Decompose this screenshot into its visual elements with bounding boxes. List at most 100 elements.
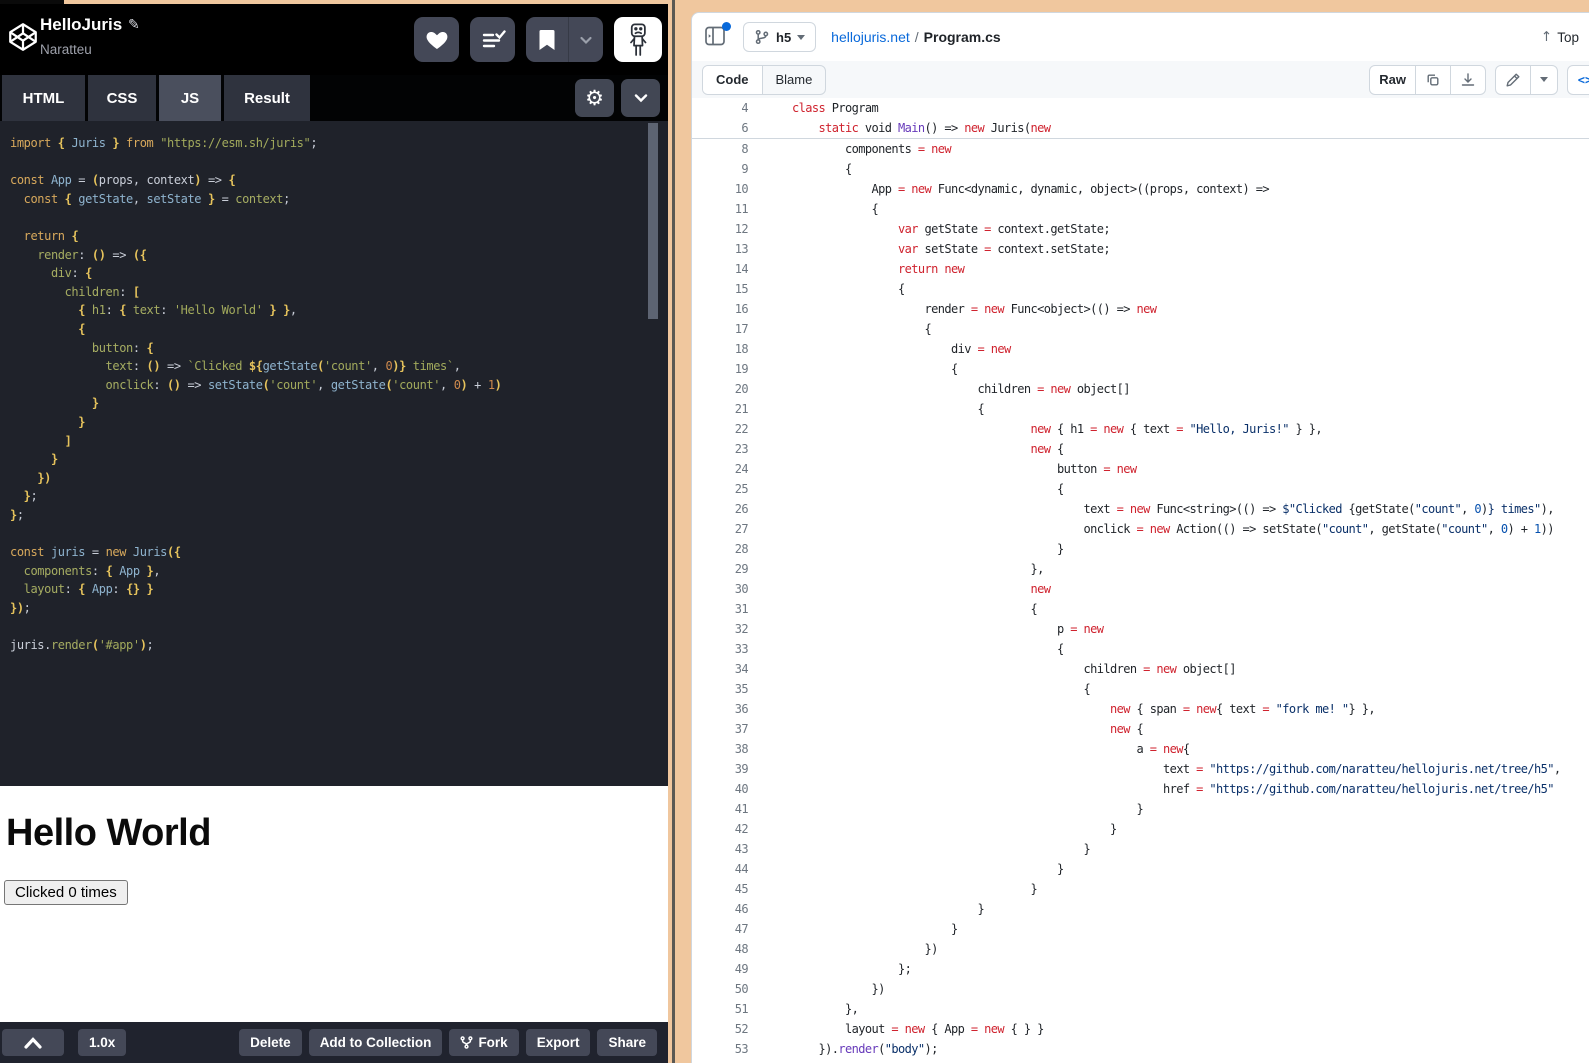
line-number[interactable]: 6	[692, 118, 748, 138]
code-line-row: 52 layout = new { App = new { } }	[692, 1019, 1589, 1039]
tab-html[interactable]: HTML	[2, 75, 85, 121]
edit-pencil-icon[interactable]: ✎	[128, 16, 140, 33]
line-number[interactable]: 44	[692, 859, 749, 879]
pen-title[interactable]: HelloJuris	[40, 15, 122, 35]
zoom-level-button[interactable]: 1.0x	[78, 1029, 127, 1056]
line-number[interactable]: 11	[692, 199, 749, 219]
line-number[interactable]: 17	[692, 319, 749, 339]
line-number[interactable]: 32	[692, 619, 749, 639]
add-to-collection-button[interactable]: Add to Collection	[308, 1029, 443, 1056]
line-number[interactable]: 40	[692, 779, 749, 799]
branch-selector-button[interactable]: h5	[743, 22, 817, 52]
share-button[interactable]: Share	[597, 1029, 657, 1056]
line-number[interactable]: 12	[692, 219, 749, 239]
codepen-logo-icon[interactable]	[6, 20, 40, 54]
pane-divider[interactable]	[668, 0, 691, 1063]
editor-code-line: render: () => ({	[37, 247, 147, 262]
line-number[interactable]: 53	[692, 1039, 749, 1059]
tab-result[interactable]: Result	[224, 75, 310, 121]
line-number[interactable]: 31	[692, 599, 749, 619]
code-line-content: static void Main() => new Juris(new	[818, 121, 1051, 135]
line-number[interactable]: 46	[692, 899, 749, 919]
line-number[interactable]: 42	[692, 819, 749, 839]
line-number[interactable]: 10	[692, 179, 749, 199]
edit-button-group	[1495, 64, 1558, 95]
line-number[interactable]: 34	[692, 659, 749, 679]
delete-button[interactable]: Delete	[239, 1029, 302, 1056]
line-number[interactable]: 50	[692, 979, 749, 999]
edit-file-button[interactable]	[1496, 66, 1530, 94]
line-number[interactable]: 48	[692, 939, 749, 959]
bookmark-button[interactable]	[526, 17, 568, 62]
line-number[interactable]: 15	[692, 279, 749, 299]
line-number[interactable]: 49	[692, 959, 749, 979]
line-number[interactable]: 41	[692, 799, 749, 819]
copy-button[interactable]	[1415, 65, 1450, 94]
code-line-row: 6 static void Main() => new Juris(new	[692, 118, 1589, 138]
codepen-footer: 1.0x Delete Add to Collection Fork Expor…	[0, 1022, 668, 1063]
tab-css[interactable]: CSS	[88, 75, 156, 121]
breadcrumb-repo-link[interactable]: hellojuris.net	[831, 29, 910, 45]
tab-js[interactable]: JS	[159, 75, 221, 121]
avatar[interactable]	[614, 17, 662, 62]
line-number[interactable]: 36	[692, 699, 749, 719]
line-number[interactable]: 4	[692, 98, 748, 118]
back-to-top-link[interactable]: ↑ Top	[1541, 29, 1579, 45]
line-number[interactable]: 22	[692, 419, 749, 439]
line-number[interactable]: 27	[692, 519, 749, 539]
editor-code-line: }	[91, 396, 99, 411]
line-number[interactable]: 51	[692, 999, 749, 1019]
bookmark-dropdown-button[interactable]	[568, 17, 603, 62]
code-line-content: }	[792, 802, 1144, 816]
export-button[interactable]: Export	[525, 1029, 591, 1056]
love-button[interactable]	[414, 17, 459, 62]
line-number[interactable]: 23	[692, 439, 749, 459]
tab-code[interactable]: Code	[703, 65, 763, 94]
line-number[interactable]: 47	[692, 919, 749, 939]
editor-settings-button[interactable]: ⚙	[575, 79, 614, 117]
download-button[interactable]	[1450, 65, 1485, 94]
line-number[interactable]: 19	[692, 359, 749, 379]
editor-code-line: children: [	[64, 284, 140, 299]
pen-author[interactable]: Naratteu	[40, 42, 92, 57]
line-number[interactable]: 29	[692, 559, 749, 579]
js-editor[interactable]: import { Juris } from "https://esm.sh/ju…	[0, 121, 668, 786]
line-number[interactable]: 35	[692, 679, 749, 699]
line-number[interactable]: 9	[692, 159, 748, 179]
line-number[interactable]: 28	[692, 539, 749, 559]
divider-handle[interactable]	[672, 0, 675, 1063]
line-number[interactable]: 37	[692, 719, 749, 739]
line-number[interactable]: 13	[692, 239, 749, 259]
tab-blame[interactable]: Blame	[763, 66, 826, 94]
line-number[interactable]: 24	[692, 459, 749, 479]
symbols-panel-button[interactable]: <>	[1567, 64, 1589, 95]
file-view-toolbar: Code Blame Raw <>	[692, 61, 1589, 99]
console-expand-button[interactable]	[2, 1029, 64, 1056]
fork-button[interactable]: Fork	[449, 1029, 519, 1056]
line-number[interactable]: 8	[692, 139, 748, 159]
editor-code-line: };	[10, 507, 24, 522]
collection-button[interactable]	[470, 17, 515, 62]
edit-dropdown-button[interactable]	[1530, 65, 1557, 94]
raw-button[interactable]: Raw	[1370, 66, 1415, 94]
line-number[interactable]: 18	[692, 339, 749, 359]
line-number[interactable]: 16	[692, 299, 749, 319]
file-tree-toggle-button[interactable]	[704, 22, 731, 49]
line-number[interactable]: 33	[692, 639, 749, 659]
clicked-counter-button[interactable]: Clicked 0 times	[4, 880, 128, 905]
editor-scrollbar[interactable]	[648, 123, 658, 319]
line-number[interactable]: 52	[692, 1019, 749, 1039]
code-line-content: {	[792, 162, 852, 176]
line-number[interactable]: 43	[692, 839, 749, 859]
code-line-content: render = new Func<object>(() => new	[792, 302, 1157, 316]
line-number[interactable]: 20	[692, 379, 749, 399]
line-number[interactable]: 38	[692, 739, 749, 759]
line-number[interactable]: 30	[692, 579, 749, 599]
editor-collapse-button[interactable]	[621, 79, 660, 117]
line-number[interactable]: 25	[692, 479, 749, 499]
line-number[interactable]: 21	[692, 399, 749, 419]
line-number[interactable]: 14	[692, 259, 749, 279]
line-number[interactable]: 26	[692, 499, 749, 519]
line-number[interactable]: 45	[692, 879, 749, 899]
line-number[interactable]: 39	[692, 759, 749, 779]
